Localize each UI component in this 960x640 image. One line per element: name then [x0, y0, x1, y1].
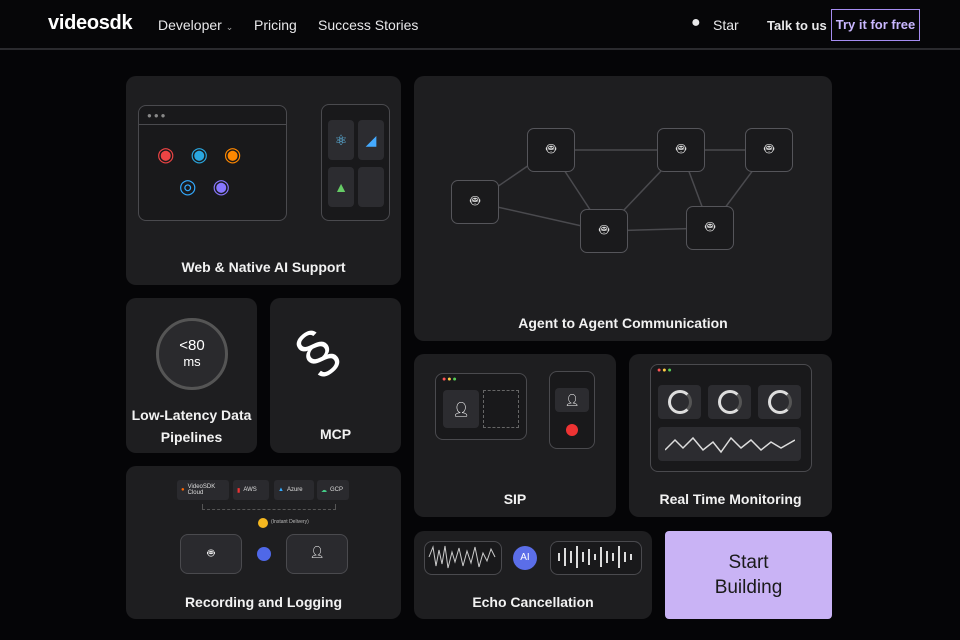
dashboard-window: ●●●	[650, 364, 812, 472]
logo[interactable]: videosdk	[48, 12, 133, 35]
safari-icon: ◎	[179, 176, 213, 198]
card-recording: ● VideoSDK Cloud ▮ AWS ▲ Azure ☁ GCP (Instan…	[126, 466, 401, 619]
card-low-latency: <80 ms Low-Latency Data Pipelines	[126, 298, 257, 453]
phone-frame: ⚛ ◢ ▲	[321, 104, 390, 221]
cloud-videosdk: ● VideoSDK Cloud	[177, 480, 229, 500]
github-star-link[interactable]: Star	[713, 17, 739, 33]
user-icon: 👤︎	[443, 390, 479, 428]
lightning-icon	[258, 518, 268, 528]
card-agent-to-agent: 🤖︎ 🤖︎ 🤖︎ 🤖︎ 🤖︎ 🤖︎ Agent to Agent Communi…	[414, 76, 832, 341]
stopwatch-icon: <80 ms	[156, 318, 228, 390]
card-echo: AI Echo Cancellation	[414, 531, 652, 619]
gauge-icon	[667, 390, 692, 414]
waveform-chart	[658, 427, 801, 461]
nav-success-stories[interactable]: Success Stories	[318, 17, 418, 33]
shield-icon	[257, 547, 271, 561]
ai-badge: AI	[513, 546, 537, 570]
agent-box: 🤖︎	[180, 534, 242, 574]
card-title: Agent to Agent Communication	[518, 315, 728, 331]
card-mcp: § MCP	[270, 298, 401, 453]
bot-icon: 🤖︎	[451, 180, 499, 224]
browser-window: ●●● ◉◉◉ ◎◉	[138, 105, 287, 221]
developer-label: Developer	[158, 17, 222, 33]
try-free-button[interactable]: Try it for free	[831, 9, 920, 41]
card-title: MCP	[319, 426, 352, 442]
card-title: Low-Latency Data Pipelines	[131, 407, 252, 445]
nav-developer[interactable]: Developer ⌄	[158, 17, 233, 33]
latency-unit: ms	[183, 354, 201, 369]
videosdk-icon: ●	[181, 487, 185, 493]
top-nav: videosdk Developer ⌄ Pricing Success Sto…	[0, 0, 960, 50]
gcp-icon: ☁	[321, 487, 327, 494]
browser-icons: ◉◉◉	[157, 142, 257, 167]
card-title: Real Time Monitoring	[659, 491, 802, 507]
hang-up-icon	[566, 424, 578, 436]
nav-pricing[interactable]: Pricing	[254, 17, 297, 33]
azure-icon: ▲	[278, 487, 284, 493]
cloud-aws: ▮ AWS	[233, 480, 269, 500]
card-sip: ●●● 👤︎ 👤︎ SIP	[414, 354, 616, 517]
samsung-internet-icon: ◉	[212, 176, 246, 198]
latency-value: <80	[179, 337, 205, 354]
bot-icon: 🤖︎	[745, 128, 793, 172]
bot-icon: 🤖︎	[686, 206, 734, 250]
firefox-icon: ◉	[223, 144, 258, 166]
github-icon: ●	[691, 14, 701, 31]
react-icon: ⚛	[328, 120, 354, 160]
bot-icon: 🤖︎	[657, 128, 705, 172]
start-building-button[interactable]: Start Building	[665, 531, 832, 619]
bot-icon: 🤖︎	[580, 209, 628, 253]
gauge-icon	[717, 390, 742, 414]
card-title: Echo Cancellation	[472, 594, 594, 610]
apple-icon	[358, 167, 384, 207]
cloud-gcp: ☁ GCP	[317, 480, 349, 500]
noisy-waveform	[424, 541, 502, 575]
phone-frame: 👤︎	[549, 371, 595, 449]
bot-icon: 🤖︎	[207, 546, 215, 560]
card-monitoring: ●●● Real Time Monitoring	[629, 354, 832, 517]
edge-icon: ◉	[190, 144, 224, 166]
start-building-label: Start Building	[714, 552, 783, 598]
clean-waveform	[550, 541, 642, 575]
card-title: SIP	[503, 491, 527, 507]
card-web-native: ●●● ◉◉◉ ◎◉ ⚛ ◢ ▲ Web & Native AI Support	[126, 76, 401, 285]
desktop-window: ●●● 👤︎	[435, 373, 527, 440]
talk-to-us-link[interactable]: Talk to us	[767, 18, 827, 33]
chrome-icon: ◉	[157, 144, 191, 166]
user-box: 👤︎	[286, 534, 348, 574]
chevron-down-icon: ⌄	[225, 22, 234, 32]
mcp-logo-icon: §	[282, 316, 352, 389]
card-title: Recording and Logging	[184, 594, 343, 610]
bot-icon: 🤖︎	[527, 128, 575, 172]
user-icon: 👤︎	[309, 545, 325, 559]
flutter-icon: ◢	[358, 120, 384, 160]
gauge-icon	[767, 390, 792, 414]
card-title: Web & Native AI Support	[181, 259, 346, 275]
android-icon: ▲	[328, 167, 354, 207]
user-icon: 👤︎	[555, 388, 589, 412]
cloud-azure: ▲ Azure	[274, 480, 314, 500]
aws-icon: ▮	[237, 487, 241, 494]
instant-delivery-label: (Instant Delivery)	[271, 519, 309, 525]
